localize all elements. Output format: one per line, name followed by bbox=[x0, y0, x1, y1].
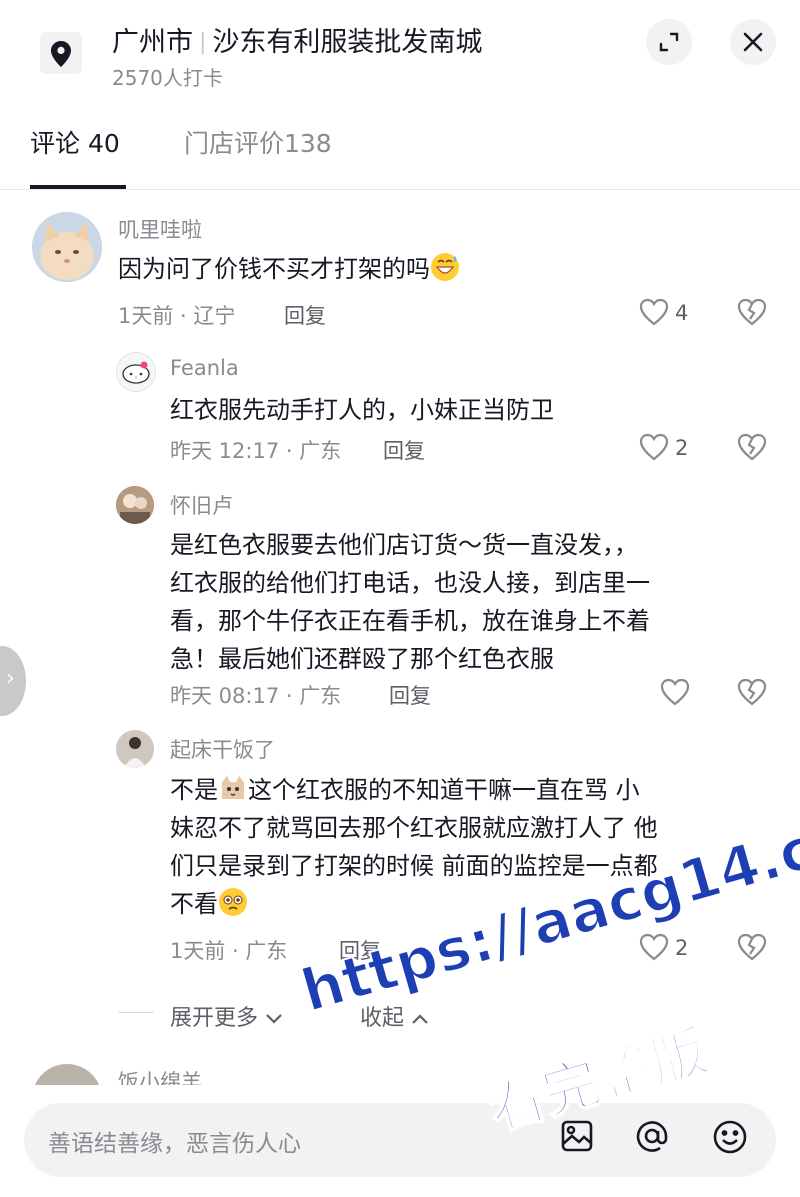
like-button[interactable] bbox=[639, 933, 669, 963]
broken-heart-icon bbox=[737, 433, 767, 461]
expand-more-button[interactable]: 展开更多 bbox=[170, 1000, 283, 1032]
comment-fragment: 不看 bbox=[170, 890, 218, 918]
reply-button[interactable]: 回复 bbox=[389, 680, 431, 710]
location-icon-box bbox=[40, 32, 82, 74]
dislike-button[interactable] bbox=[737, 678, 767, 708]
emoji-button[interactable] bbox=[711, 1118, 749, 1160]
tab-store-reviews[interactable]: 门店评价138 bbox=[184, 124, 332, 160]
comment-text: 因为问了价钱不买才打架的吗 bbox=[118, 250, 460, 288]
close-button[interactable] bbox=[730, 19, 776, 65]
location-title[interactable]: 广州市 | 沙东有利服装批发南城 bbox=[112, 20, 482, 59]
comment-line: 急！最后她们还群殴了那个红色衣服 bbox=[170, 645, 554, 673]
avatar[interactable] bbox=[116, 352, 156, 392]
at-sign-icon bbox=[636, 1121, 668, 1152]
cat-avatar-image bbox=[32, 212, 102, 282]
dislike-button[interactable] bbox=[737, 433, 767, 463]
comment-line: 妹忍不了就骂回去那个红衣服就应激打人了 他 bbox=[170, 814, 658, 842]
avatar[interactable] bbox=[116, 486, 154, 524]
like-button[interactable] bbox=[639, 298, 669, 328]
heart-icon bbox=[639, 298, 669, 326]
comment-meta: 昨天 08:17 · 广东 bbox=[170, 684, 342, 708]
expand-more-label: 展开更多 bbox=[170, 1006, 259, 1031]
broken-heart-icon bbox=[737, 298, 767, 326]
grin-sweat-emoji-icon bbox=[431, 253, 459, 281]
reply-button[interactable]: 回复 bbox=[284, 300, 326, 330]
checkin-count: 2570人打卡 bbox=[112, 66, 223, 90]
like-button[interactable] bbox=[639, 433, 669, 463]
side-expand-button[interactable]: › bbox=[0, 646, 26, 716]
kitty-avatar-image bbox=[122, 361, 150, 384]
flushed-face-emoji-icon bbox=[219, 888, 247, 916]
heart-icon bbox=[639, 433, 669, 461]
commenter-name[interactable]: 起床干饭了 bbox=[170, 734, 275, 764]
commenter-name[interactable]: Feanla bbox=[170, 356, 239, 380]
tab-comments[interactable]: 评论 40 bbox=[30, 124, 120, 160]
avatar[interactable] bbox=[116, 730, 154, 768]
broken-heart-icon bbox=[737, 678, 767, 706]
expand-button[interactable] bbox=[646, 19, 692, 65]
like-button[interactable] bbox=[660, 678, 690, 708]
like-count: 2 bbox=[675, 436, 689, 460]
comment-text: 红衣服先动手打人的，小妹正当防卫 bbox=[170, 396, 554, 424]
broken-heart-icon bbox=[737, 933, 767, 961]
chevron-right-icon: › bbox=[6, 666, 15, 691]
tab-divider bbox=[0, 189, 800, 190]
comment-body: 因为问了价钱不买才打架的吗 bbox=[118, 255, 430, 283]
avatar[interactable] bbox=[32, 212, 102, 282]
expand-icon bbox=[659, 32, 679, 52]
comment-line: 是红色衣服要去他们店订货～货一直没发，， bbox=[170, 531, 638, 559]
location-pin-icon bbox=[51, 41, 71, 67]
mention-button[interactable] bbox=[634, 1118, 670, 1158]
title-separator: | bbox=[199, 30, 207, 55]
photo-avatar-image bbox=[116, 730, 154, 768]
comment-line: 红衣服的给他们打电话，也没人接，到店里一 bbox=[170, 569, 650, 597]
comment-input-placeholder: 善语结善缘，恶言伤人心 bbox=[48, 1131, 301, 1157]
like-count: 4 bbox=[675, 301, 689, 325]
photo-avatar-image bbox=[116, 486, 154, 524]
expand-divider bbox=[118, 1012, 154, 1013]
commenter-name[interactable]: 叽里哇啦 bbox=[118, 214, 202, 244]
chevron-down-icon bbox=[266, 1014, 282, 1024]
comment-meta: 1天前 · 广东 bbox=[170, 939, 288, 963]
like-count: 2 bbox=[675, 936, 689, 960]
comment-text: 是红色衣服要去他们店订货～货一直没发，， 红衣服的给他们打电话，也没人接，到店里… bbox=[170, 526, 770, 678]
heart-icon bbox=[660, 678, 690, 706]
comment-meta: 1天前 · 辽宁 bbox=[118, 304, 236, 328]
cat-face-emoji-icon bbox=[222, 776, 244, 799]
close-icon bbox=[743, 32, 763, 52]
comment-fragment: 这个红衣服的不知道干嘛一直在骂 小 bbox=[248, 776, 640, 804]
comment-line: 不是 这个红衣服的不知道干嘛一直在骂 小 bbox=[170, 771, 780, 809]
chevron-up-icon bbox=[412, 1014, 428, 1024]
reply-button[interactable]: 回复 bbox=[383, 435, 425, 465]
commenter-name[interactable]: 怀旧卢 bbox=[170, 490, 233, 520]
smiley-icon bbox=[713, 1120, 747, 1154]
place-name: 沙东有利服装批发南城 bbox=[212, 27, 483, 58]
comment-meta: 昨天 12:17 · 广东 bbox=[170, 439, 342, 463]
city-name: 广州市 bbox=[112, 27, 193, 58]
heart-icon bbox=[639, 933, 669, 961]
comment-fragment: 不是 bbox=[170, 776, 218, 804]
dislike-button[interactable] bbox=[737, 298, 767, 328]
comment-line: 看，那个牛仔衣正在看手机，放在谁身上不着 bbox=[170, 607, 650, 635]
dislike-button[interactable] bbox=[737, 933, 767, 963]
